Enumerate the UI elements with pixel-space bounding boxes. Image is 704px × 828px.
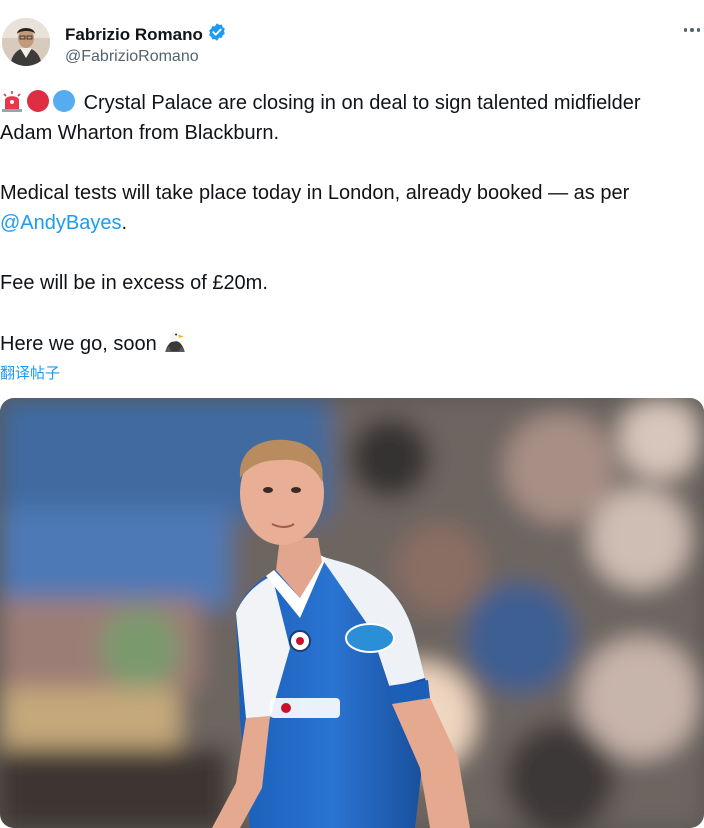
tweet-line-3: Medical tests will take place today in L… <box>0 182 630 204</box>
more-options-icon[interactable] <box>680 20 704 40</box>
eagle-icon <box>162 328 186 352</box>
tweet-line-5: Fee will be in excess of £20m. <box>0 272 268 294</box>
mention-link[interactable]: @AndyBayes <box>0 212 121 234</box>
tweet-media-photo[interactable] <box>0 398 704 828</box>
blue-circle-icon <box>52 89 76 113</box>
mention-period: . <box>121 212 128 234</box>
author-handle[interactable]: @FabrizioRomano <box>65 48 199 66</box>
verified-badge-icon <box>207 22 227 47</box>
translate-post-link[interactable]: 翻译帖子 <box>0 362 60 383</box>
siren-icon <box>0 89 24 113</box>
author-name-row[interactable]: Fabrizio Romano <box>65 22 227 47</box>
tweet-header: Fabrizio Romano @FabrizioRomano <box>0 18 704 74</box>
tweet-line-6: Here we go, soon <box>0 333 157 355</box>
author-name[interactable]: Fabrizio Romano <box>65 25 203 45</box>
avatar[interactable] <box>2 18 50 66</box>
red-circle-icon <box>26 89 50 113</box>
tweet-line-1: Crystal Palace are closing in on deal to… <box>83 92 641 114</box>
tweet-text: Crystal Palace are closing in on deal to… <box>0 88 704 359</box>
tweet-line-2: Adam Wharton from Blackburn. <box>0 122 279 144</box>
